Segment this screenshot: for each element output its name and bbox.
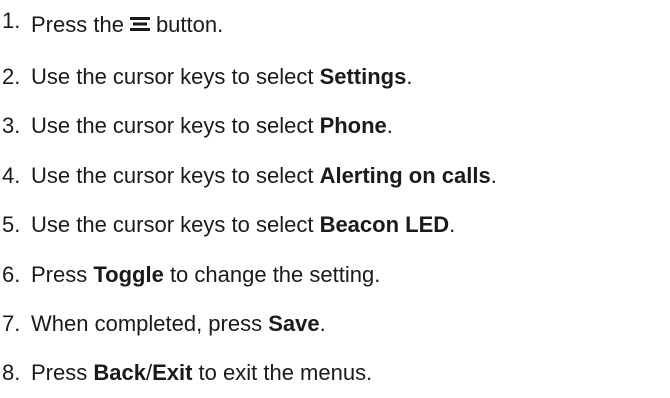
step-number: 7.	[2, 311, 21, 336]
step-4: 4. Use the cursor keys to select Alertin…	[0, 156, 497, 196]
step-menu-term: Settings	[319, 64, 407, 89]
step-number: 5.	[2, 212, 21, 237]
step-1: 1. Press the button.	[0, 5, 223, 45]
step-text-after: .	[490, 163, 497, 188]
step-text: Use the cursor keys to select Settings.	[31, 64, 412, 90]
step-softkey-term: Save	[268, 311, 320, 336]
step-number: 8.	[2, 360, 21, 385]
step-text: Press Toggle to change the setting.	[31, 262, 380, 288]
step-number: 3.	[2, 113, 21, 138]
step-text-before: Use the cursor keys to select	[31, 163, 320, 188]
step-number: 6.	[2, 262, 21, 287]
step-text-before: Use the cursor keys to select	[31, 64, 320, 89]
step-text: Use the cursor keys to select Beacon LED…	[31, 212, 455, 238]
step-6: 6. Press Toggle to change the setting.	[0, 255, 380, 295]
step-text: When completed, press Save.	[31, 311, 326, 337]
step-text: Press the button.	[31, 12, 223, 38]
step-menu-term: Beacon LED	[319, 212, 450, 237]
step-text-after: .	[319, 311, 326, 336]
step-8: 8. Press Back/Exit to exit the menus.	[0, 353, 372, 393]
step-text-before: Use the cursor keys to select	[31, 212, 320, 237]
step-softkey-term: Exit	[152, 360, 193, 385]
step-5: 5. Use the cursor keys to select Beacon …	[0, 205, 455, 245]
step-7: 7. When completed, press Save.	[0, 304, 326, 344]
menu-icon	[129, 17, 150, 32]
step-text: Use the cursor keys to select Phone.	[31, 113, 393, 139]
step-text-after: .	[449, 212, 456, 237]
step-number: 1.	[2, 8, 21, 33]
step-number: 4.	[2, 163, 21, 188]
step-menu-term: Alerting on calls	[319, 163, 491, 188]
step-text-after: to change the setting.	[163, 262, 381, 287]
step-text-before: Press the	[31, 12, 124, 37]
step-text-after: .	[406, 64, 413, 89]
step-text: Press Back/Exit to exit the menus.	[31, 360, 372, 386]
step-menu-term: Phone	[319, 113, 387, 138]
step-text-after: .	[386, 113, 393, 138]
step-text: Use the cursor keys to select Alerting o…	[31, 163, 497, 189]
step-text-before: Press	[31, 360, 94, 385]
step-number: 2.	[2, 64, 21, 89]
step-text-before: Use the cursor keys to select	[31, 113, 320, 138]
step-3: 3. Use the cursor keys to select Phone.	[0, 106, 393, 146]
step-text-before: When completed, press	[31, 311, 269, 336]
step-text-before: Press	[31, 262, 94, 287]
step-2: 2. Use the cursor keys to select Setting…	[0, 57, 412, 97]
step-softkey-term: Toggle	[93, 262, 164, 287]
step-text-after: button.	[155, 12, 224, 37]
step-text-after: to exit the menus.	[192, 360, 373, 385]
step-softkey-term: Back	[93, 360, 146, 385]
